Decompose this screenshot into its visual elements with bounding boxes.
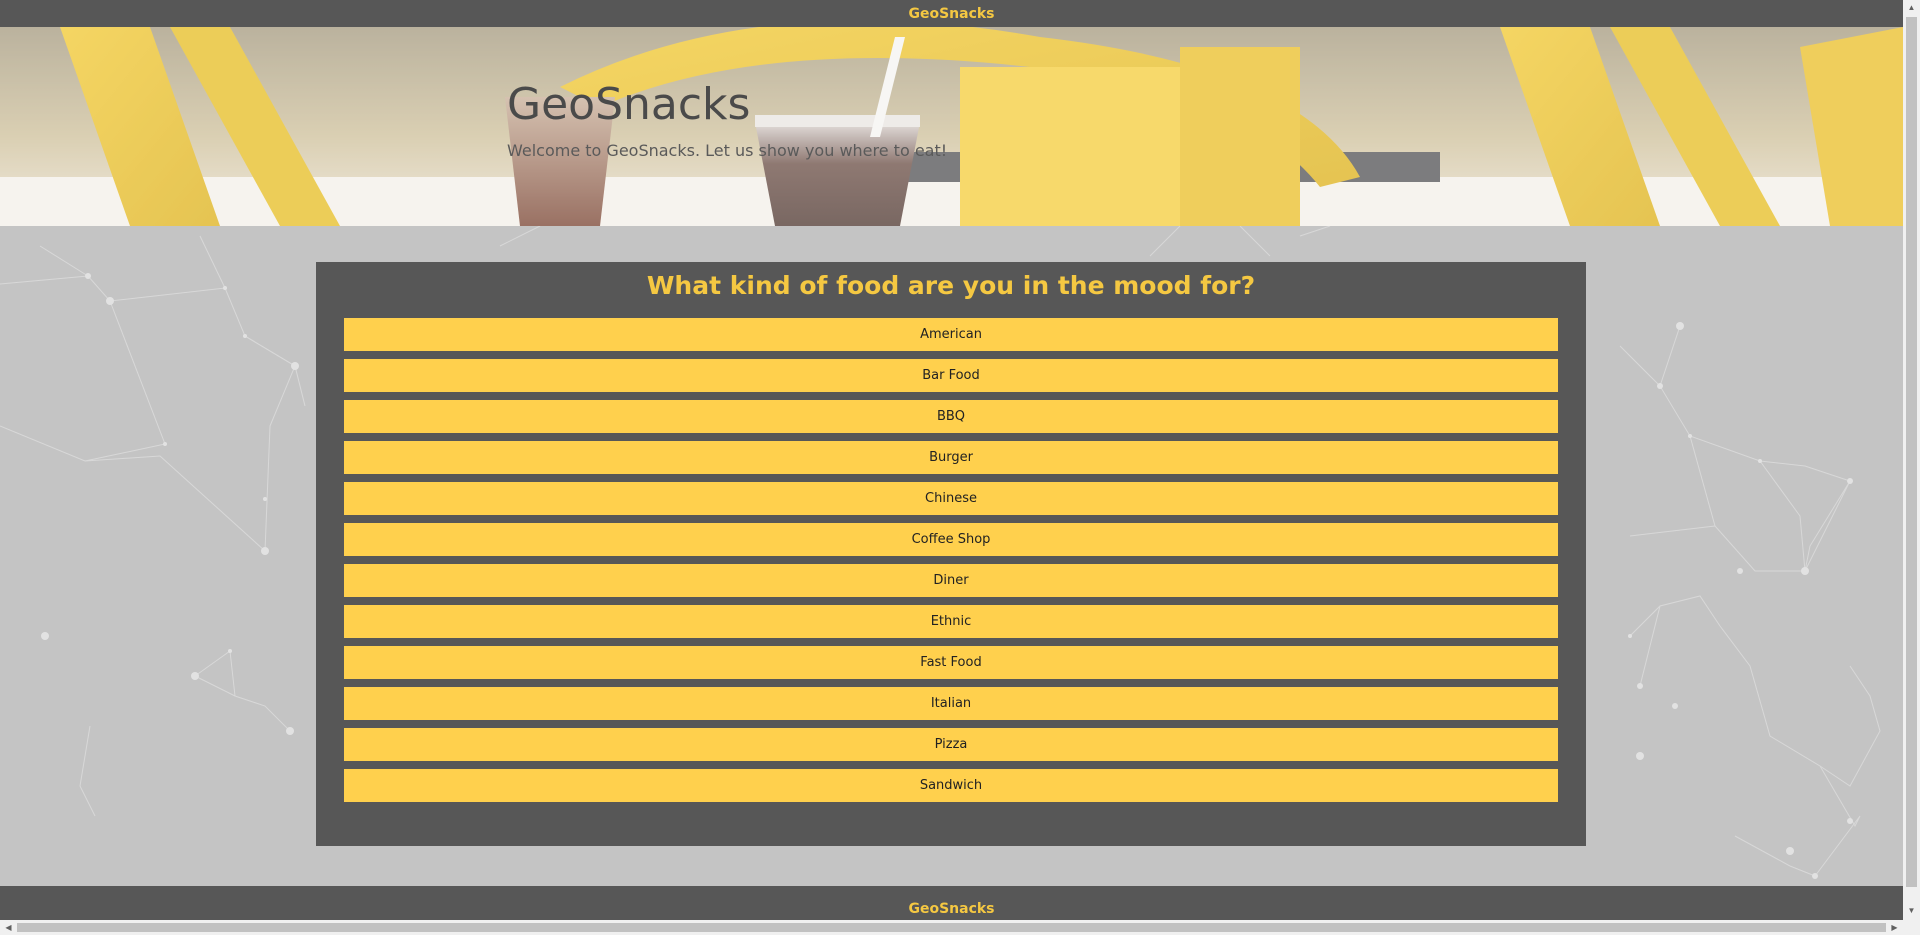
category-button-coffee-shop[interactable]: Coffee Shop	[344, 523, 1558, 556]
category-button-bbq[interactable]: BBQ	[344, 400, 1558, 433]
hero-banner: GeoSnacks Welcome to GeoSnacks. Let us s…	[0, 27, 1903, 226]
chevron-down-icon[interactable]: ▼	[1903, 903, 1920, 918]
category-button-italian[interactable]: Italian	[344, 687, 1558, 720]
food-category-panel: What kind of food are you in the mood fo…	[316, 262, 1586, 846]
category-button-diner[interactable]: Diner	[344, 564, 1558, 597]
vertical-scrollbar[interactable]: ▲ ▼	[1903, 0, 1920, 920]
category-button-fast-food[interactable]: Fast Food	[344, 646, 1558, 679]
category-button-sandwich[interactable]: Sandwich	[344, 769, 1558, 802]
category-button-bar-food[interactable]: Bar Food	[344, 359, 1558, 392]
horizontal-scrollbar[interactable]: ◀ ▶	[0, 920, 1920, 935]
category-button-ethnic[interactable]: Ethnic	[344, 605, 1558, 638]
page: GeoSnacks GeoSnacks Welcome to GeoSnacks…	[0, 0, 1903, 920]
hero-overlay	[0, 27, 1903, 226]
panel-title: What kind of food are you in the mood fo…	[646, 271, 1256, 300]
navbar-brand[interactable]: GeoSnacks	[908, 6, 994, 22]
category-button-pizza[interactable]: Pizza	[344, 728, 1558, 761]
category-button-burger[interactable]: Burger	[344, 441, 1558, 474]
chevron-left-icon[interactable]: ◀	[0, 920, 17, 935]
hero-subtitle: Welcome to GeoSnacks. Let us show you wh…	[507, 141, 948, 160]
chevron-up-icon[interactable]: ▲	[1903, 0, 1920, 15]
top-navbar: GeoSnacks	[0, 0, 1903, 27]
category-button-chinese[interactable]: Chinese	[344, 482, 1558, 515]
food-category-list: American Bar Food BBQ Burger Chinese Cof…	[344, 318, 1558, 810]
horizontal-scroll-thumb[interactable]	[17, 923, 1886, 932]
hero-title: GeoSnacks	[507, 79, 751, 130]
chevron-right-icon[interactable]: ▶	[1886, 920, 1903, 935]
category-button-american[interactable]: American	[344, 318, 1558, 351]
vertical-scroll-thumb[interactable]	[1906, 17, 1917, 887]
footer: GeoSnacks	[0, 886, 1903, 920]
footer-brand[interactable]: GeoSnacks	[908, 901, 994, 917]
